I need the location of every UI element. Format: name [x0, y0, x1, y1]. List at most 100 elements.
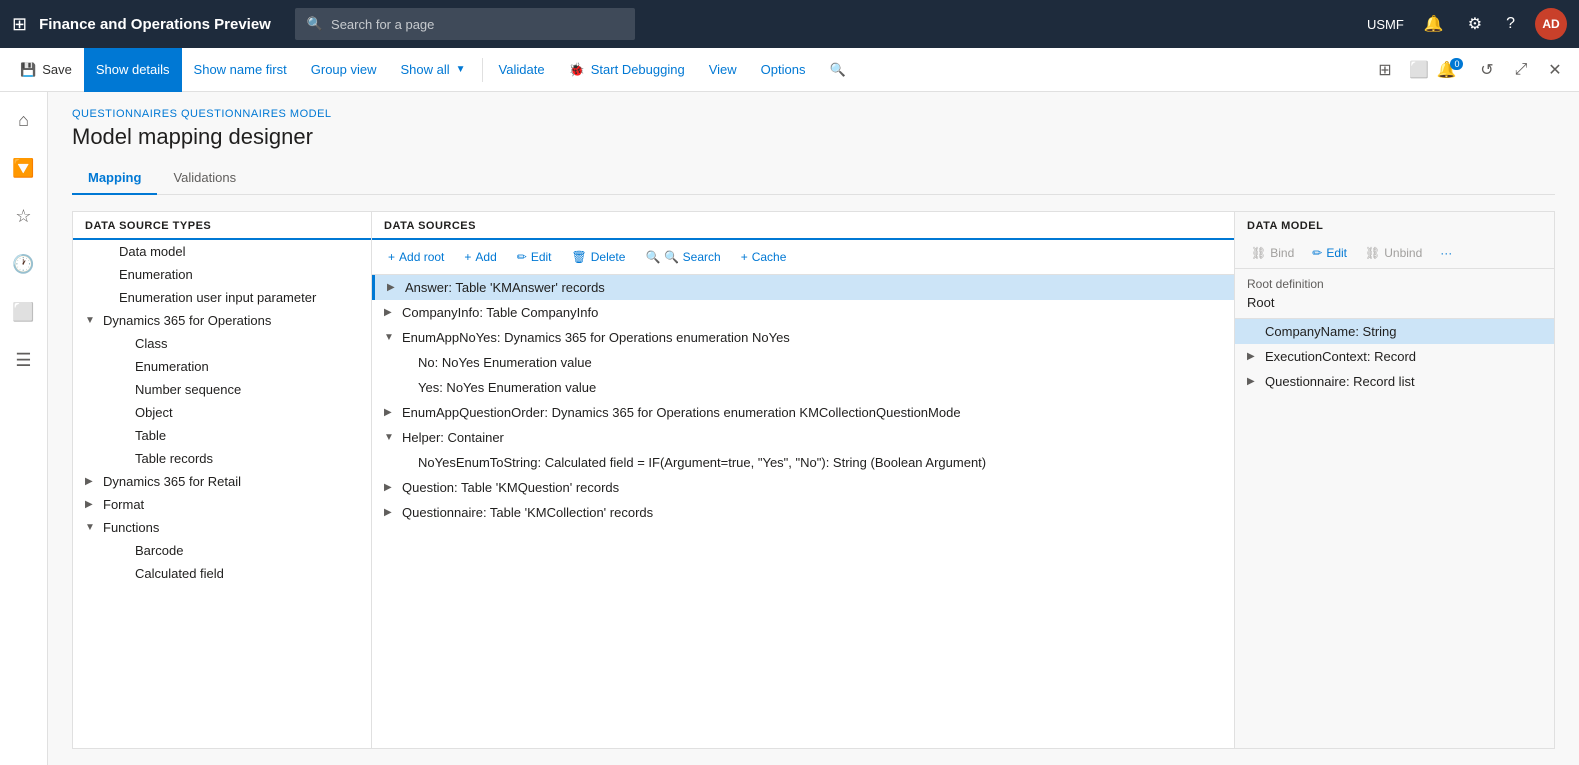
- list-item[interactable]: Data model: [73, 240, 371, 263]
- help-icon[interactable]: ?: [1502, 11, 1519, 37]
- show-all-button[interactable]: Show all ▼: [389, 48, 478, 92]
- nav-star-icon[interactable]: ☆: [4, 196, 44, 236]
- list-item[interactable]: Yes: NoYes Enumeration value: [372, 375, 1234, 400]
- list-item[interactable]: Number sequence: [73, 378, 371, 401]
- list-item[interactable]: ▶ Format: [73, 493, 371, 516]
- validate-button[interactable]: Validate: [487, 48, 557, 92]
- expand-icon: ▶: [384, 482, 396, 493]
- settings-icon[interactable]: ⚙: [1464, 10, 1486, 38]
- notification-badge-icon[interactable]: 🔔0: [1437, 54, 1469, 86]
- list-item[interactable]: ▶ Answer: Table 'KMAnswer' records: [372, 275, 1234, 300]
- top-nav: ⊞ Finance and Operations Preview 🔍 USMF …: [0, 0, 1579, 48]
- list-item[interactable]: Enumeration: [73, 263, 371, 286]
- bind-icon: ⛓: [1251, 246, 1266, 260]
- list-item[interactable]: Table: [73, 424, 371, 447]
- cache-button[interactable]: + Cache: [733, 246, 795, 268]
- list-item[interactable]: Table records: [73, 447, 371, 470]
- nav-list-icon[interactable]: ☰: [4, 340, 44, 380]
- list-item[interactable]: ▶ CompanyInfo: Table CompanyInfo: [372, 300, 1234, 325]
- expand-icon[interactable]: ⤢: [1505, 54, 1537, 86]
- list-item[interactable]: ▼ Helper: Container: [372, 425, 1234, 450]
- dm-toolbar: ⛓ Bind ✏ Edit ⛓ Unbind ···: [1235, 238, 1554, 269]
- expand-icon: ▶: [85, 499, 97, 510]
- nav-home-icon[interactable]: ⌂: [4, 100, 44, 140]
- toolbar-search-icon: 🔍: [829, 62, 845, 78]
- list-item[interactable]: Object: [73, 401, 371, 424]
- list-item[interactable]: No: NoYes Enumeration value: [372, 350, 1234, 375]
- search-ds-icon: 🔍: [645, 250, 660, 264]
- data-model-panel: DATA MODEL ⛓ Bind ✏ Edit ⛓ Unbind ···: [1235, 211, 1555, 749]
- global-search-input[interactable]: [331, 17, 623, 32]
- usmf-label: USMF: [1367, 17, 1404, 32]
- expand-icon: ▶: [85, 476, 97, 487]
- bind-button[interactable]: ⛓ Bind: [1243, 242, 1302, 264]
- more-dm-button[interactable]: ···: [1432, 242, 1460, 264]
- toolbar-icon-group: ⊞ ⬜ 🔔0 ↺ ⤢ ✕: [1369, 54, 1571, 86]
- unbind-button[interactable]: ⛓ Unbind: [1357, 242, 1430, 264]
- tab-mapping[interactable]: Mapping: [72, 162, 157, 195]
- list-item[interactable]: ▶ Questionnaire: Record list: [1235, 369, 1554, 394]
- list-item[interactable]: Enumeration user input parameter: [73, 286, 371, 309]
- toolbar: 💾 Save Show details Show name first Grou…: [0, 48, 1579, 92]
- add-root-button[interactable]: + Add root: [380, 246, 452, 268]
- save-button[interactable]: 💾 Save: [8, 48, 84, 92]
- expand-icon: ▶: [1247, 351, 1259, 362]
- show-details-button[interactable]: Show details: [84, 48, 182, 92]
- list-item[interactable]: Calculated field: [73, 562, 371, 585]
- show-name-first-button[interactable]: Show name first: [182, 48, 299, 92]
- nav-filter-icon[interactable]: 🔽: [4, 148, 44, 188]
- avatar[interactable]: AD: [1535, 8, 1567, 40]
- list-item[interactable]: Enumeration: [73, 355, 371, 378]
- dm-tree: CompanyName: String ▶ ExecutionContext: …: [1235, 319, 1554, 748]
- group-view-button[interactable]: Group view: [299, 48, 389, 92]
- unbind-icon: ⛓: [1365, 246, 1380, 260]
- root-definition-label: Root definition: [1247, 277, 1542, 291]
- expand-icon: ▼: [85, 522, 97, 533]
- list-item[interactable]: ▶ Dynamics 365 for Retail: [73, 470, 371, 493]
- data-sources-panel: DATA SOURCES + Add root + Add ✏ Edit: [372, 211, 1235, 749]
- edit-dm-button[interactable]: ✏ Edit: [1304, 242, 1355, 264]
- list-item[interactable]: ▼ Dynamics 365 for Operations: [73, 309, 371, 332]
- page-tabs: Mapping Validations: [72, 162, 1555, 195]
- refresh-icon[interactable]: ↺: [1471, 54, 1503, 86]
- delete-icon: 🗑: [572, 250, 587, 264]
- toolbar-search-button[interactable]: 🔍: [817, 48, 857, 92]
- expand-icon: ▶: [384, 307, 396, 318]
- list-item[interactable]: Class: [73, 332, 371, 355]
- list-item[interactable]: ▶ ExecutionContext: Record: [1235, 344, 1554, 369]
- list-item[interactable]: CompanyName: String: [1235, 319, 1554, 344]
- expand-icon: ▶: [387, 282, 399, 293]
- add-root-icon: +: [388, 250, 395, 264]
- data-source-types-header: DATA SOURCE TYPES: [73, 212, 371, 240]
- list-item[interactable]: ▶ Question: Table 'KMQuestion' records: [372, 475, 1234, 500]
- split-view-icon[interactable]: ⬜: [1403, 54, 1435, 86]
- grid-icon[interactable]: ⊞: [1369, 54, 1401, 86]
- nav-table-icon[interactable]: ⬜: [4, 292, 44, 332]
- delete-button[interactable]: 🗑 Delete: [564, 246, 634, 268]
- save-icon: 💾: [20, 62, 36, 78]
- view-button[interactable]: View: [697, 48, 749, 92]
- edit-ds-button[interactable]: ✏ Edit: [509, 246, 560, 268]
- list-item[interactable]: NoYesEnumToString: Calculated field = IF…: [372, 450, 1234, 475]
- list-item[interactable]: ▶ Questionnaire: Table 'KMCollection' re…: [372, 500, 1234, 525]
- page-content: QUESTIONNAIRES QUESTIONNAIRES MODEL Mode…: [48, 92, 1579, 765]
- options-button[interactable]: Options: [749, 48, 818, 92]
- global-search-bar[interactable]: 🔍: [295, 8, 635, 40]
- app-grid-icon[interactable]: ⊞: [12, 14, 27, 35]
- expand-icon: ▼: [85, 315, 97, 326]
- app-title: Finance and Operations Preview: [39, 16, 271, 33]
- nav-recent-icon[interactable]: 🕐: [4, 244, 44, 284]
- search-button[interactable]: 🔍 🔍 Search: [637, 246, 728, 268]
- show-all-chevron-icon: ▼: [456, 64, 466, 75]
- add-button[interactable]: + Add: [456, 246, 504, 268]
- list-item[interactable]: ▼ Functions: [73, 516, 371, 539]
- tab-validations[interactable]: Validations: [157, 162, 252, 195]
- left-nav-sidebar: ⌂ 🔽 ☆ 🕐 ⬜ ☰: [0, 92, 48, 765]
- list-item[interactable]: Barcode: [73, 539, 371, 562]
- notification-icon[interactable]: 🔔: [1420, 10, 1448, 38]
- edit-icon: ✏: [517, 250, 527, 264]
- close-icon[interactable]: ✕: [1539, 54, 1571, 86]
- list-item[interactable]: ▶ EnumAppQuestionOrder: Dynamics 365 for…: [372, 400, 1234, 425]
- start-debugging-button[interactable]: 🐞 Start Debugging: [557, 48, 697, 92]
- list-item[interactable]: ▼ EnumAppNoYes: Dynamics 365 for Operati…: [372, 325, 1234, 350]
